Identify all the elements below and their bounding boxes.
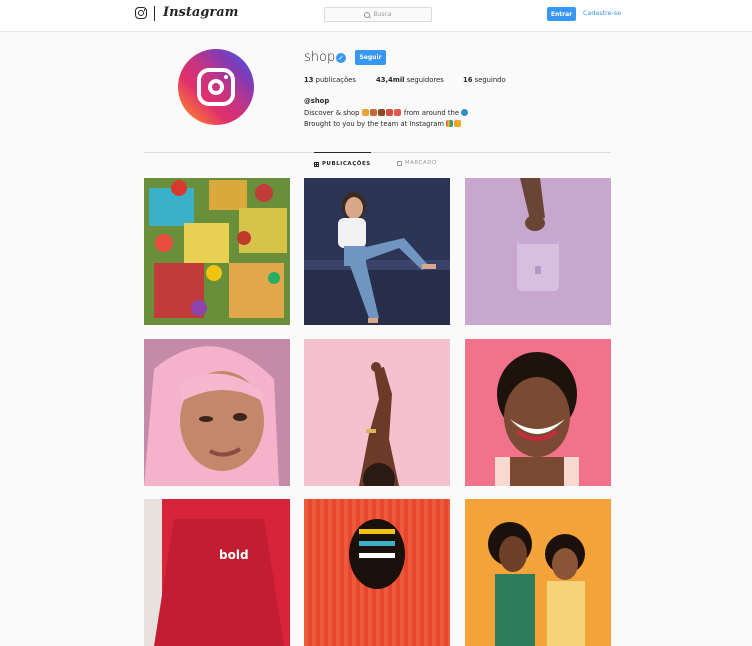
instagram-glyph-icon[interactable]: [135, 7, 147, 19]
profile-bio: Discover & shop from around the Brought …: [304, 108, 469, 130]
tab-tagged-label: MARCADO: [405, 160, 437, 166]
pink-hair-woman-image: [144, 339, 290, 486]
post-thumbnail[interactable]: [465, 499, 611, 646]
instagram-wordmark[interactable]: Instagram: [163, 5, 238, 20]
profile-divider: [144, 152, 611, 153]
post-thumbnail[interactable]: bold: [144, 499, 290, 646]
bio-text-start: Discover & shop: [304, 109, 360, 117]
instagram-camera-icon: [197, 68, 235, 106]
search-input[interactable]: Busca: [324, 7, 432, 22]
emoji-shoe-icon: [377, 109, 385, 116]
following-count: 16: [463, 76, 473, 84]
grid-icon: [314, 161, 319, 167]
knitted-bags-image: [144, 178, 290, 325]
post-thumbnail[interactable]: [304, 339, 450, 486]
verified-badge-icon: ✓: [336, 53, 346, 63]
post-thumbnail[interactable]: [304, 178, 450, 325]
profile-avatar[interactable]: [178, 49, 254, 125]
profile-handle: @shop: [304, 97, 330, 105]
post-thumbnail[interactable]: [465, 178, 611, 325]
emoji-cat-icon: [385, 109, 393, 116]
followers-stat[interactable]: 43,4mil seguidores: [376, 76, 444, 84]
post-thumbnail[interactable]: [304, 499, 450, 646]
posts-stat: 13 publicações: [304, 76, 356, 84]
two-women-image: [465, 499, 611, 646]
red-shirt-image: bold: [144, 499, 290, 646]
raised-hands-image: [304, 339, 450, 486]
tagged-icon: [397, 160, 402, 166]
logo-divider: [154, 6, 155, 21]
login-button[interactable]: Entrar: [547, 7, 576, 21]
beaded-hair-image: [304, 499, 450, 646]
bio-text-line2: Brought to you by the team at Instagram: [304, 120, 445, 128]
followers-count: 43,4mil: [376, 76, 405, 84]
bio-line-1: Discover & shop from around the: [304, 108, 469, 119]
smiling-woman-image: [465, 339, 611, 486]
emoji-globe-icon: [461, 109, 469, 116]
emoji-bell-icon: [361, 109, 369, 116]
search-icon: [364, 11, 371, 18]
posts-label: publicações: [315, 76, 356, 84]
emoji-butterfly-icon: [454, 120, 462, 127]
posts-count: 13: [304, 76, 314, 84]
top-nav-bar: Instagram Busca Entrar Cadastre-se: [0, 0, 752, 32]
post-thumbnail[interactable]: [144, 339, 290, 486]
post-thumbnail[interactable]: [144, 178, 290, 325]
emoji-bag-icon: [369, 109, 377, 116]
bio-line-2: Brought to you by the team at Instagram: [304, 119, 469, 130]
follow-button[interactable]: Seguir: [355, 50, 386, 65]
tab-posts[interactable]: PUBLICAÇÕES: [314, 152, 371, 175]
emoji-rainbow-icon: [446, 120, 454, 127]
emoji-flower-icon: [393, 109, 401, 116]
profile-username: shop: [304, 50, 336, 65]
signup-link[interactable]: Cadastre-se: [583, 9, 621, 17]
following-stat[interactable]: 16 seguindo: [463, 76, 506, 84]
search-placeholder: Busca: [373, 11, 392, 18]
followers-label: seguidores: [406, 76, 444, 84]
bio-text-end: from around the: [403, 109, 460, 117]
lilac-bag-image: [465, 178, 611, 325]
following-label: seguindo: [474, 76, 506, 84]
post-thumbnail[interactable]: [465, 339, 611, 486]
tab-posts-label: PUBLICAÇÕES: [322, 161, 371, 167]
tab-tagged[interactable]: MARCADO: [397, 152, 437, 174]
woman-sitting-image: [304, 178, 450, 325]
